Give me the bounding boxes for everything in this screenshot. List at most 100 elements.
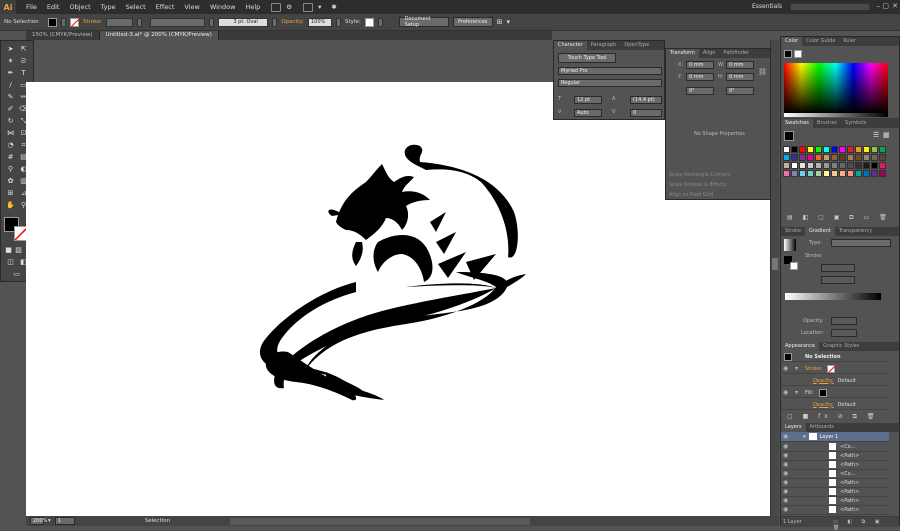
swatch[interactable] — [823, 170, 830, 177]
swatch[interactable] — [807, 146, 814, 153]
hand-tool-icon[interactable]: ✋ — [6, 201, 15, 210]
screen-mode-icon[interactable]: ▭ — [12, 270, 21, 279]
selection-tool-icon[interactable]: ➤ — [6, 45, 15, 54]
stroke-swatch[interactable] — [70, 17, 79, 27]
gradient-mode-icon[interactable]: ▨ — [14, 246, 23, 255]
opacity-dropdown[interactable] — [336, 17, 341, 27]
opacity-field[interactable]: 100% — [308, 17, 332, 27]
swatch-actions-icons[interactable]: ▤ ◧ ▢ ▣ ⧉ ▭ 🗑 — [787, 214, 891, 222]
gpu-icon[interactable]: ✱ — [331, 3, 336, 11]
gradient-slider[interactable] — [785, 293, 881, 300]
tab-graphic-styles[interactable]: Graphic Styles — [819, 342, 863, 351]
appearance-actions-icons[interactable]: ▢ ■ fx ⊘ ⧉ 🗑 — [787, 413, 878, 421]
profile-dropdown[interactable] — [209, 17, 215, 27]
tab-kuler[interactable]: Kuler — [839, 37, 860, 46]
tab-layers[interactable]: Layers — [781, 423, 806, 432]
swatch[interactable] — [783, 170, 790, 177]
tab-gradient[interactable]: Gradient — [804, 227, 835, 236]
menu-edit[interactable]: Edit — [47, 3, 60, 11]
opacity-label[interactable]: Opacity: — [281, 19, 304, 25]
graphic-style-swatch[interactable] — [364, 17, 374, 27]
swatch[interactable] — [847, 154, 854, 161]
swatch[interactable] — [791, 162, 798, 169]
appearance-fill-swatch[interactable] — [819, 388, 828, 397]
eye-icon[interactable]: ◉ — [783, 452, 791, 460]
eye-icon[interactable]: ◉ — [783, 443, 791, 451]
arrange-dropdown-icon[interactable]: ▾ — [318, 3, 321, 11]
appearance-stroke-swatch[interactable] — [826, 364, 835, 373]
tab-brushes[interactable]: Brushes — [813, 119, 841, 128]
swatch[interactable] — [863, 170, 870, 177]
style-dropdown[interactable] — [377, 17, 383, 27]
menu-file[interactable]: File — [26, 3, 37, 11]
type-tool-icon[interactable]: T — [19, 69, 28, 78]
swatch[interactable] — [791, 146, 798, 153]
tab-align[interactable]: Align — [699, 49, 720, 58]
font-size-field[interactable]: 12 pt — [574, 96, 602, 104]
eye-icon[interactable]: ◉ — [783, 461, 791, 469]
swatch[interactable] — [831, 154, 838, 161]
swatch[interactable] — [879, 162, 886, 169]
swatch[interactable] — [855, 146, 862, 153]
swatch[interactable] — [791, 154, 798, 161]
list-view-icon[interactable]: ☰ — [873, 131, 879, 139]
swatch[interactable] — [839, 146, 846, 153]
fill-dropdown[interactable] — [61, 17, 66, 27]
swatch[interactable] — [815, 146, 822, 153]
tab-transparency[interactable]: Transparency — [835, 227, 876, 236]
swatch[interactable] — [839, 154, 846, 161]
tab-transform[interactable]: Transform — [666, 49, 699, 58]
preferences-button[interactable]: Preferences — [452, 17, 493, 27]
direct-selection-tool-icon[interactable]: ⇱ — [19, 45, 28, 54]
tracking-field[interactable]: 0 — [630, 109, 662, 117]
variable-width-profile[interactable] — [150, 17, 206, 27]
symbol-sprayer-icon[interactable]: ✿ — [6, 177, 15, 186]
close-icon[interactable]: ✕ — [892, 2, 898, 10]
swatch[interactable] — [831, 146, 838, 153]
gradient-angle-field[interactable] — [821, 264, 855, 272]
eye-icon[interactable]: ◉ — [783, 497, 791, 505]
draw-normal-icon[interactable]: ◫ — [6, 258, 15, 267]
expand-icon[interactable]: ▾ — [803, 434, 806, 440]
shear-field[interactable]: 0° — [726, 87, 754, 95]
eye-icon[interactable]: ◉ — [783, 479, 791, 487]
tab-paragraph[interactable]: Paragraph — [587, 41, 621, 50]
tab-character[interactable]: Character — [554, 41, 587, 50]
appearance-fill-label[interactable]: Fill: — [805, 390, 813, 396]
h-field[interactable]: 0 mm — [726, 73, 754, 81]
stroke-weight-field[interactable] — [106, 17, 134, 27]
pen-tool-icon[interactable]: ✒ — [6, 69, 15, 78]
eye-icon[interactable]: ◉ — [783, 506, 791, 514]
zoom-field[interactable]: 200% — [30, 517, 47, 525]
arrange-icon[interactable]: ⊞ — [497, 18, 503, 26]
x-field[interactable]: 0 mm — [686, 61, 714, 69]
mini-bridge-icon[interactable]: ⚙ — [286, 3, 292, 11]
zoom-dropdown-icon[interactable]: ▾ — [48, 518, 51, 524]
menu-effect[interactable]: Effect — [156, 3, 175, 11]
swatch[interactable] — [847, 146, 854, 153]
color-stroke-box[interactable] — [794, 50, 802, 58]
gradient-preview[interactable] — [784, 239, 796, 251]
blob-brush-icon[interactable]: ✐ — [6, 105, 15, 114]
scroll-thumb[interactable] — [772, 258, 778, 270]
eye-icon[interactable]: ◉ — [783, 488, 791, 496]
mesh-tool-icon[interactable]: # — [6, 153, 15, 162]
swatch[interactable] — [871, 170, 878, 177]
expand-icon[interactable]: ▾ — [795, 389, 803, 397]
swatch-fill-box[interactable] — [784, 131, 794, 141]
thumbnail-view-icon[interactable]: ▦ — [883, 131, 890, 139]
swatch[interactable] — [863, 162, 870, 169]
tab-color-guide[interactable]: Color Guide — [802, 37, 839, 46]
swatch[interactable] — [855, 170, 862, 177]
color-mode-icon[interactable]: ■ — [4, 246, 13, 255]
swatch[interactable] — [831, 162, 838, 169]
gradient-opacity-field[interactable] — [831, 317, 857, 325]
scale-corners-option[interactable]: Scale Rectangle Corners — [669, 172, 730, 178]
rotate-field[interactable]: 0° — [686, 87, 714, 95]
kerning-field[interactable]: Auto — [574, 109, 602, 117]
tab-document-1[interactable]: 150% (CMYK/Preview) — [26, 31, 100, 40]
swatch[interactable] — [807, 170, 814, 177]
leading-field[interactable]: (14,4 pt) — [630, 96, 662, 104]
swatch[interactable] — [879, 146, 886, 153]
menu-object[interactable]: Object — [69, 3, 90, 11]
